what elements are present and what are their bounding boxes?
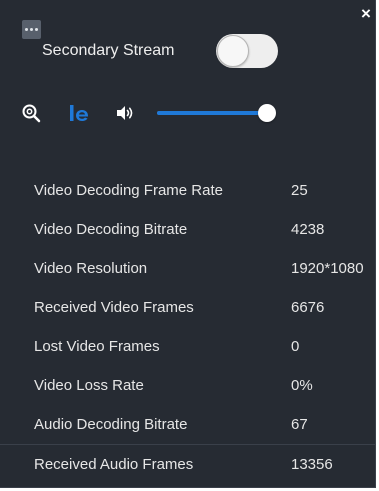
stat-row-video-decoding-bitrate: Video Decoding Bitrate 4238 bbox=[0, 210, 376, 249]
stream-stats-list: Video Decoding Frame Rate 25 Video Decod… bbox=[0, 171, 376, 484]
stat-value: 25 bbox=[291, 182, 308, 199]
stat-value: 6676 bbox=[291, 299, 325, 316]
volume-slider-fill bbox=[157, 111, 267, 115]
stat-row-received-video-frames: Received Video Frames 6676 bbox=[0, 288, 376, 327]
secondary-stream-label: Secondary Stream bbox=[42, 42, 175, 59]
stat-label: Received Audio Frames bbox=[34, 456, 194, 473]
stat-label: Video Decoding Frame Rate bbox=[34, 182, 223, 199]
volume-slider-track bbox=[157, 111, 267, 115]
stat-row-audio-decoding-bitrate: Audio Decoding Bitrate 67 bbox=[0, 405, 376, 444]
secondary-stream-toggle[interactable] bbox=[216, 34, 278, 68]
volume-slider-knob[interactable] bbox=[258, 104, 276, 122]
ie-icon[interactable] bbox=[68, 103, 90, 123]
stat-row-video-loss-rate: Video Loss Rate 0% bbox=[0, 366, 376, 405]
stat-value: 0 bbox=[291, 338, 300, 355]
stat-label: Audio Decoding Bitrate bbox=[34, 416, 188, 433]
stat-label: Video Resolution bbox=[34, 260, 148, 277]
close-icon[interactable]: × bbox=[359, 5, 373, 22]
stat-row-video-resolution: Video Resolution 1920*1080 bbox=[0, 249, 376, 288]
stat-label: Video Decoding Bitrate bbox=[34, 221, 188, 238]
dot bbox=[30, 28, 33, 31]
stat-value: 1920*1080 bbox=[291, 260, 364, 277]
stat-label: Received Video Frames bbox=[34, 299, 194, 316]
dot bbox=[35, 28, 38, 31]
stream-info-panel: × Secondary Stream Video Decoding Frame … bbox=[0, 0, 376, 488]
ellipsis-icon[interactable] bbox=[22, 20, 41, 39]
zoom-icon[interactable] bbox=[21, 103, 41, 123]
dot bbox=[25, 28, 28, 31]
stat-value: 4238 bbox=[291, 221, 325, 238]
stat-row-video-decoding-frame-rate: Video Decoding Frame Rate 25 bbox=[0, 171, 376, 210]
stat-value: 13356 bbox=[291, 456, 333, 473]
stat-label: Video Loss Rate bbox=[34, 377, 144, 394]
volume-slider[interactable] bbox=[157, 104, 277, 122]
stat-row-received-audio-frames: Received Audio Frames 13356 bbox=[0, 444, 376, 484]
stat-label: Lost Video Frames bbox=[34, 338, 160, 355]
stat-value: 0% bbox=[291, 377, 313, 394]
stat-value: 67 bbox=[291, 416, 308, 433]
stat-row-lost-video-frames: Lost Video Frames 0 bbox=[0, 327, 376, 366]
toggle-knob bbox=[217, 35, 249, 67]
volume-icon[interactable] bbox=[114, 103, 136, 123]
